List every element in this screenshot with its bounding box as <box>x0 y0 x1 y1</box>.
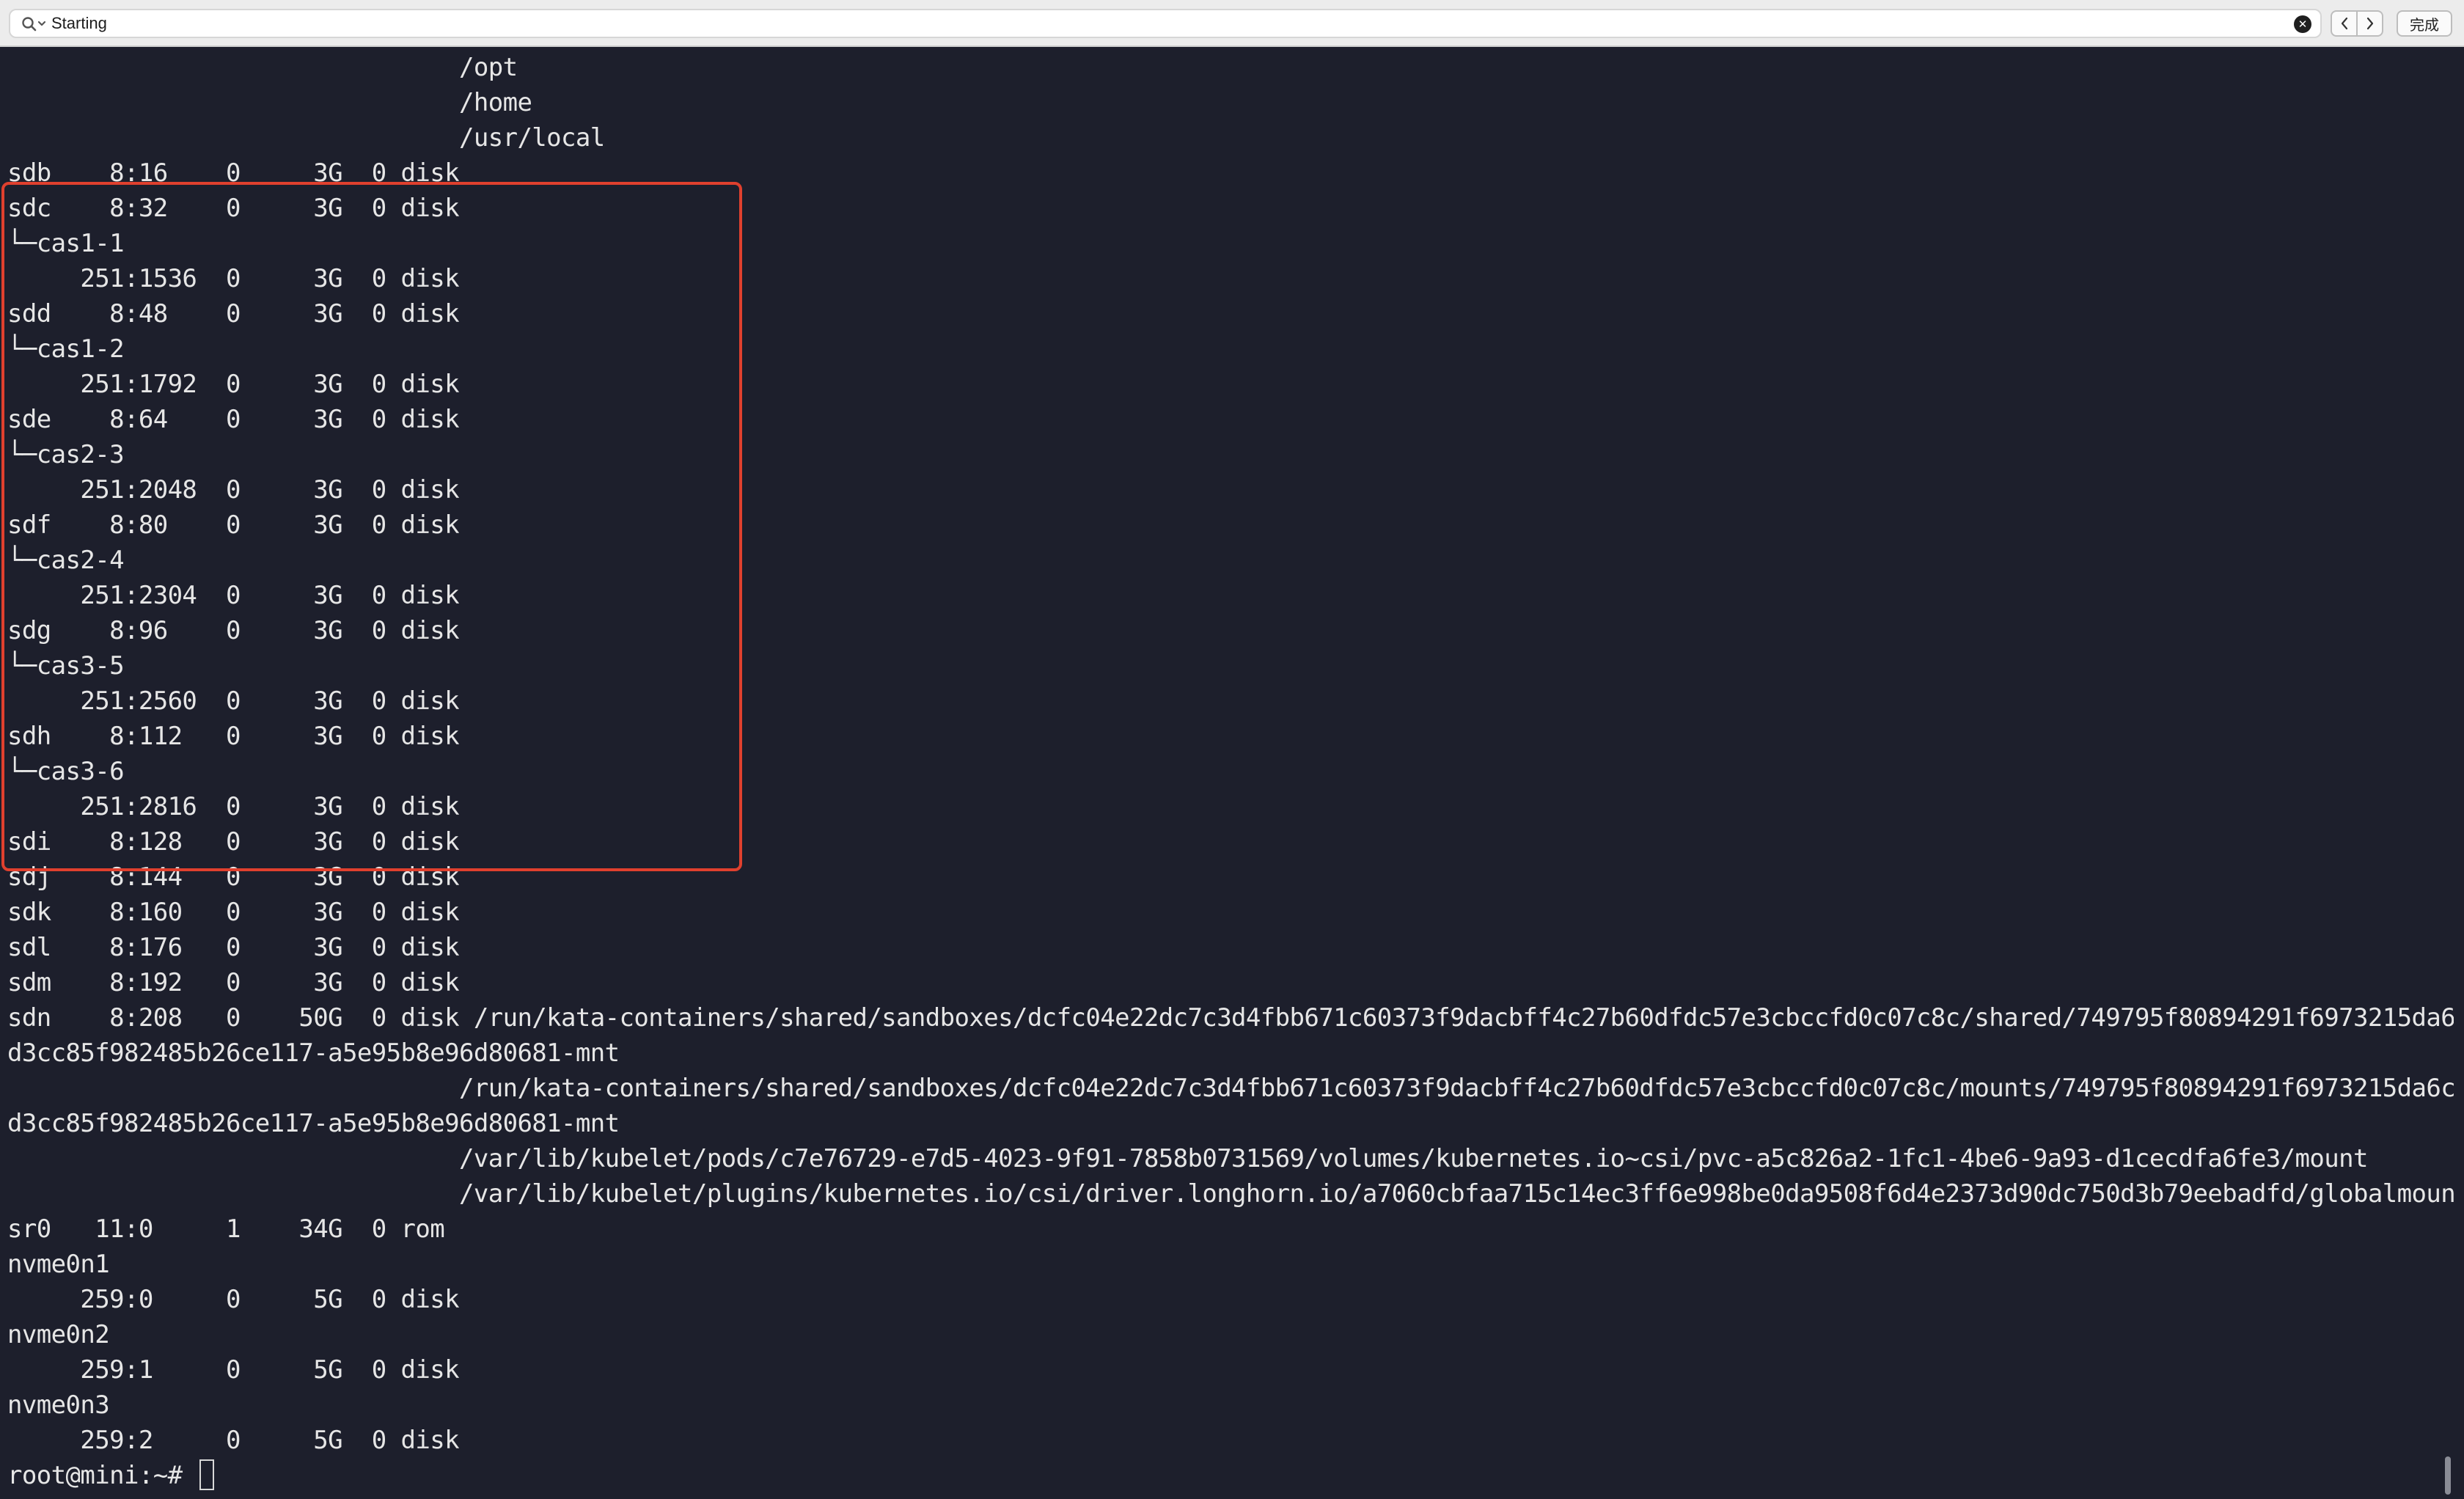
terminal-line: └─cas1-2 <box>7 334 125 364</box>
search-input[interactable] <box>51 10 2251 37</box>
terminal-line: /var/lib/kubelet/plugins/kubernetes.io/c… <box>7 1179 2454 1209</box>
terminal-line: 251:2560 0 3G 0 disk <box>7 686 459 716</box>
search-field[interactable]: ✕ <box>9 9 2322 38</box>
terminal-line: sdc 8:32 0 3G 0 disk <box>7 194 460 223</box>
terminal-line: sr0 11:0 1 34G 0 rom <box>7 1214 445 1244</box>
terminal-line: d3cc85f982485b26ce117-a5e95b8e96d80681-m… <box>7 1038 620 1068</box>
terminal-line: sdl 8:176 0 3G 0 disk <box>7 933 460 962</box>
search-options-icon[interactable] <box>21 15 50 33</box>
terminal-line: /usr/local <box>7 123 605 153</box>
terminal-line: └─cas2-4 <box>7 546 125 575</box>
terminal-line: sdf 8:80 0 3G 0 disk <box>7 510 460 540</box>
terminal-line: sdn 8:208 0 50G 0 disk /run/kata-contain… <box>7 1003 2454 1033</box>
terminal-line: └─cas3-5 <box>7 651 125 681</box>
terminal-line: sdk 8:160 0 3G 0 disk <box>7 898 460 927</box>
done-button[interactable]: 完成 <box>2397 10 2452 37</box>
terminal-lines: /opt /home /usr/local sdb 8:16 0 3G 0 dis… <box>7 50 2454 1493</box>
terminal-output[interactable]: /opt /home /usr/local sdb 8:16 0 3G 0 dis… <box>0 47 2454 1499</box>
terminal-line: /home <box>7 88 532 117</box>
terminal-line: 251:2816 0 3G 0 disk <box>7 792 459 821</box>
terminal-line: sdm 8:192 0 3G 0 disk <box>7 968 460 997</box>
find-bar: ✕ 完成 <box>0 0 2464 47</box>
chevron-right-icon <box>2366 17 2373 30</box>
terminal-line: └─cas3-6 <box>7 757 125 786</box>
next-match-button[interactable] <box>2356 12 2382 35</box>
terminal-line: sde 8:64 0 3G 0 disk <box>7 405 460 434</box>
terminal-line: sdi 8:128 0 3G 0 disk <box>7 827 460 857</box>
terminal-line: nvme0n2 <box>7 1320 110 1349</box>
terminal-line: sdh 8:112 0 3G 0 disk <box>7 722 460 751</box>
terminal-line: 259:0 0 5G 0 disk <box>7 1285 459 1314</box>
find-navigation <box>2331 10 2383 37</box>
shell-prompt: root@mini:~# <box>7 1461 197 1490</box>
terminal-line: 251:1536 0 3G 0 disk <box>7 264 459 293</box>
terminal-line: sdd 8:48 0 3G 0 disk <box>7 299 460 329</box>
terminal-line: └─cas1-1 <box>7 229 125 258</box>
terminal-prompt-line[interactable]: root@mini:~# <box>7 1458 2454 1493</box>
previous-match-button[interactable] <box>2332 12 2356 35</box>
terminal-line: /var/lib/kubelet/pods/c7e76729-e7d5-4023… <box>7 1144 2369 1173</box>
terminal-line: d3cc85f982485b26ce117-a5e95b8e96d80681-m… <box>7 1109 620 1138</box>
terminal-line: /opt <box>7 53 518 82</box>
text-cursor <box>199 1459 215 1490</box>
terminal-line: /run/kata-containers/shared/sandboxes/dc… <box>7 1074 2454 1103</box>
terminal-line: 259:1 0 5G 0 disk <box>7 1355 459 1385</box>
clear-search-icon[interactable]: ✕ <box>2294 15 2311 33</box>
terminal-line: nvme0n1 <box>7 1250 110 1279</box>
terminal-line: sdj 8:144 0 3G 0 disk <box>7 862 460 892</box>
scrollbar-thumb[interactable] <box>2445 1456 2451 1495</box>
terminal-line: └─cas2-3 <box>7 440 125 469</box>
terminal-line: 251:2304 0 3G 0 disk <box>7 581 459 610</box>
terminal-line: 251:2048 0 3G 0 disk <box>7 475 459 505</box>
terminal-line: sdg 8:96 0 3G 0 disk <box>7 616 460 645</box>
terminal-line: 259:2 0 5G 0 disk <box>7 1426 459 1455</box>
terminal-line: sdb 8:16 0 3G 0 disk <box>7 158 460 188</box>
terminal-line: nvme0n3 <box>7 1390 110 1420</box>
terminal-line: 251:1792 0 3G 0 disk <box>7 370 459 399</box>
chevron-left-icon <box>2341 17 2347 30</box>
